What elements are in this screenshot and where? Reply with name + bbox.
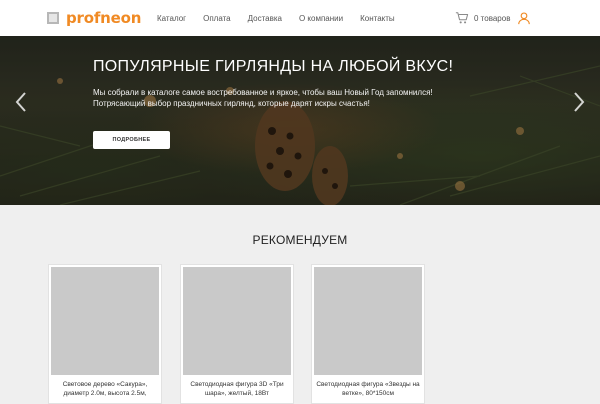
user-icon[interactable] — [517, 11, 531, 25]
product-card[interactable]: Светодиодная фигура «Звезды на ветке», 8… — [311, 264, 425, 404]
site-header: profneon Каталог Оплата Доставка О компа… — [0, 0, 600, 36]
nav-item-delivery[interactable]: Доставка — [248, 14, 282, 23]
more-button[interactable]: ПОДРОБНЕЕ — [93, 131, 170, 149]
main-nav: Каталог Оплата Доставка О компании Конта… — [157, 14, 412, 23]
site-logo[interactable]: profneon — [47, 9, 141, 27]
cart-icon — [455, 12, 469, 24]
product-name[interactable]: Световое дерево «Сакура», диаметр 2.0м, … — [52, 380, 158, 398]
hero-banner: ПОПУЛЯРНЫЕ ГИРЛЯНДЫ НА ЛЮБОЙ ВКУС! Мы со… — [0, 36, 600, 205]
product-card[interactable]: Светодиодная фигура 3D «Три шара», желты… — [180, 264, 294, 404]
logo-text: profneon — [66, 9, 142, 27]
product-name[interactable]: Светодиодная фигура «Звезды на ветке», 8… — [315, 380, 421, 398]
cart-link[interactable]: 0 товаров — [455, 11, 510, 25]
cart-count: 0 товаров — [474, 13, 511, 23]
hero-title: ПОПУЛЯРНЫЕ ГИРЛЯНДЫ НА ЛЮБОЙ ВКУС! — [93, 58, 454, 75]
product-card[interactable]: Световое дерево «Сакура», диаметр 2.0м, … — [48, 264, 162, 404]
nav-item-contacts[interactable]: Контакты — [360, 14, 395, 23]
nav-item-payment[interactable]: Оплата — [203, 14, 231, 23]
hero-description: Мы собрали в каталоге самое востребованн… — [93, 88, 433, 108]
product-image[interactable] — [51, 267, 159, 375]
product-image[interactable] — [314, 267, 422, 375]
product-name[interactable]: Светодиодная фигура 3D «Три шара», желты… — [184, 380, 290, 398]
chevron-left-icon[interactable] — [13, 91, 29, 113]
logo-mark-icon — [47, 12, 59, 24]
chevron-right-icon[interactable] — [571, 91, 587, 113]
product-image[interactable] — [183, 267, 291, 375]
nav-item-catalog[interactable]: Каталог — [157, 14, 186, 23]
recommend-title: РЕКОМЕНДУЕМ — [252, 233, 348, 247]
nav-item-about[interactable]: О компании — [299, 14, 343, 23]
